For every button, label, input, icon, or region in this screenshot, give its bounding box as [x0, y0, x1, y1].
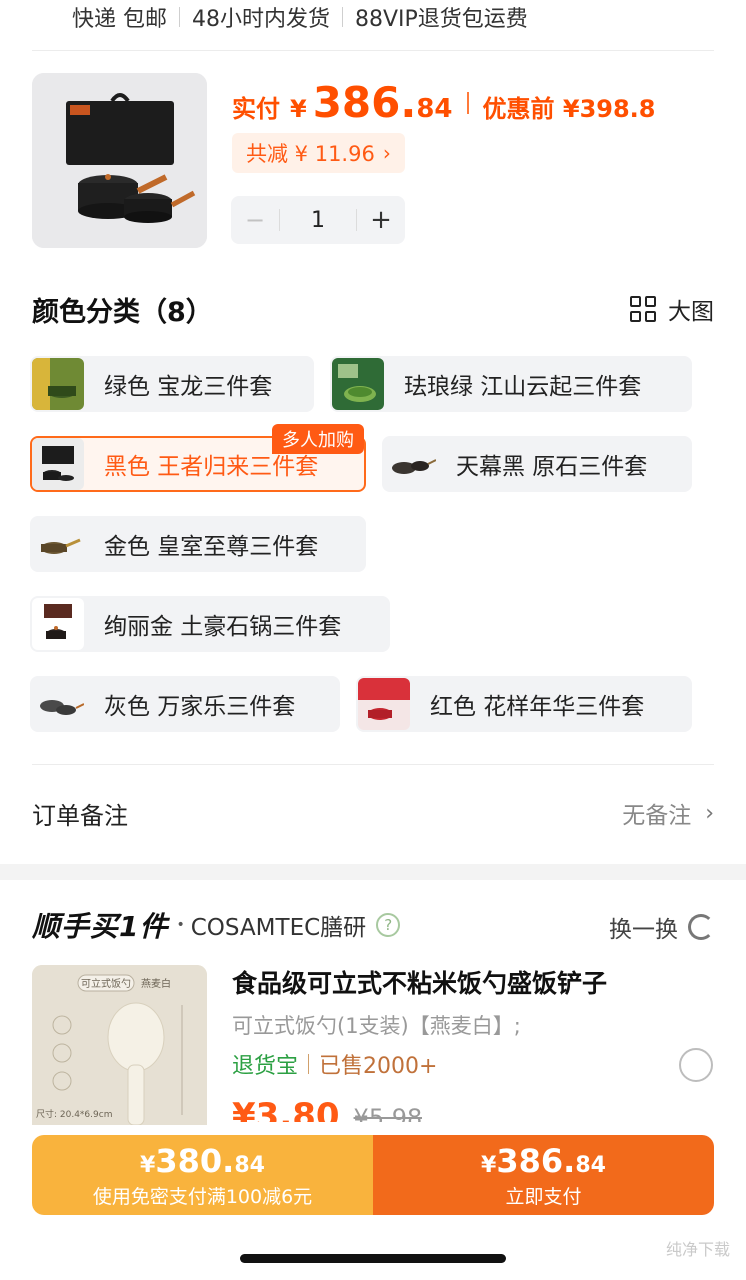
pay-amount: ¥ 380. 84: [140, 1142, 265, 1180]
divider: [32, 50, 714, 51]
pay-amount: ¥ 386. 84: [481, 1142, 606, 1180]
decrease-button[interactable]: −: [231, 206, 279, 234]
addon-shop-name: COSAMTEC膳研: [190, 915, 367, 941]
color-section-title: 颜色分类（8）: [32, 297, 213, 328]
discount-total: 共减 ¥ 11.96: [246, 142, 375, 166]
refresh-icon: [688, 914, 714, 940]
currency-symbol: ¥: [481, 1152, 497, 1178]
img-label-2: 燕麦白: [141, 977, 171, 990]
pay-amount-integer: 380.: [155, 1141, 235, 1180]
color-option[interactable]: 珐琅绿 江山云起三件套: [330, 356, 692, 412]
color-option[interactable]: 金色 皇室至尊三件套: [30, 516, 366, 572]
chevron-right-icon: ›: [705, 800, 714, 826]
img-dimension: 尺寸: 20.4*6.9cm: [36, 1108, 112, 1120]
option-thumbnail: [32, 518, 84, 570]
addon-brand-title: 顺手买1件: [32, 910, 169, 943]
price-decimal: 84: [416, 94, 453, 124]
addon-product-image[interactable]: 可立式饭勺 燕麦白 尺寸: 20.4*6.9cm: [32, 965, 207, 1125]
shipping-88vip: 88VIP退货包运费: [355, 7, 528, 32]
option-thumbnail: [32, 438, 84, 490]
option-label: 绿色 宝龙三件套: [104, 374, 273, 400]
color-option[interactable]: 绚丽金 土豪石锅三件套: [30, 596, 390, 652]
addon-current-price: ¥3.80: [232, 1096, 340, 1122]
addon-original-price: ¥5.98: [353, 1104, 423, 1122]
option-thumbnail: [32, 678, 84, 730]
option-label: 珐琅绿 江山云起三件套: [404, 374, 642, 400]
price-label: 实付: [232, 95, 280, 123]
option-thumbnail: [384, 438, 436, 490]
currency-symbol: ¥: [140, 1152, 156, 1178]
order-note-row[interactable]: 订单备注 无备注 ›: [32, 790, 714, 836]
popular-badge: 多人加购: [272, 424, 364, 454]
option-label: 灰色 万家乐三件套: [104, 694, 296, 720]
color-option[interactable]: 天幕黑 原石三件套: [382, 436, 692, 492]
divider: [32, 764, 714, 765]
grid-icon: [630, 296, 656, 322]
pay-amount-decimal: 84: [575, 1152, 606, 1178]
watermark: 纯净下载: [665, 1240, 730, 1259]
big-view-label: 大图: [668, 299, 714, 325]
divider: [308, 1054, 310, 1074]
section-separator: [0, 864, 746, 880]
img-label-1: 可立式饭勺: [81, 977, 131, 990]
color-option[interactable]: 灰色 万家乐三件套: [30, 676, 340, 732]
addon-product-title[interactable]: 食品级可立式不粘米饭勺盛饭铲子: [232, 964, 607, 1000]
addon-header: 顺手买1件 • COSAMTEC膳研 ?: [32, 906, 401, 944]
rice-paddle-image: 可立式饭勺 燕麦白 尺寸: 20.4*6.9cm: [32, 965, 207, 1125]
help-icon[interactable]: ?: [376, 913, 401, 937]
color-option[interactable]: 绿色 宝龙三件套: [30, 356, 314, 412]
quantity-value[interactable]: 1: [280, 208, 356, 233]
option-thumbnail: [358, 678, 410, 730]
color-option[interactable]: 红色 花样年华三件套: [356, 676, 692, 732]
divider: [342, 7, 343, 27]
shipping-48h: 48小时内发货: [192, 7, 330, 32]
pay-now-button[interactable]: ¥ 386. 84 立即支付: [373, 1135, 714, 1215]
big-view-button[interactable]: 大图: [630, 292, 714, 326]
addon-select-radio[interactable]: [679, 1048, 713, 1082]
order-note-value: 无备注 ›: [622, 796, 714, 830]
currency-symbol: ¥: [290, 95, 307, 123]
pay-amount-integer: 386.: [496, 1141, 576, 1180]
order-note-label: 订单备注: [32, 801, 128, 830]
return-guarantee-tag: 退货宝: [232, 1054, 299, 1079]
chevron-right-icon: ›: [382, 141, 391, 165]
pay-amount-decimal: 84: [234, 1152, 265, 1178]
cookware-set-image: [32, 73, 207, 248]
password-free-pay-button[interactable]: ¥ 380. 84 使用免密支付满100减6元: [32, 1135, 373, 1215]
color-option-selected[interactable]: 黑色 王者归来三件套 多人加购: [30, 424, 366, 492]
option-thumbnail: [32, 358, 84, 410]
pay-promo-text: 使用免密支付满100减6元: [92, 1185, 313, 1208]
payment-bar: ¥ 380. 84 使用免密支付满100减6元 ¥ 386. 84 立即支付: [32, 1135, 714, 1215]
quantity-stepper: − 1 +: [231, 196, 405, 244]
pay-now-label: 立即支付: [505, 1185, 582, 1208]
price-integer: 386.: [312, 78, 417, 127]
home-indicator[interactable]: [240, 1254, 506, 1263]
shipping-info: 快递 包邮 48小时内发货 88VIP退货包运费: [72, 0, 528, 34]
swap-button[interactable]: 换一换: [609, 910, 714, 944]
option-label: 红色 花样年华三件套: [430, 694, 645, 720]
checkout-page: 快递 包邮 48小时内发货 88VIP退货包运费 实付 ¥ 386. 84 优惠…: [0, 0, 746, 1280]
option-thumbnail: [32, 598, 84, 650]
product-image[interactable]: [32, 73, 207, 248]
dot-separator: •: [176, 917, 185, 933]
option-label: 天幕黑 原石三件套: [456, 454, 648, 480]
option-label: 金色 皇室至尊三件套: [104, 534, 319, 560]
shipping-free: 快递 包邮: [72, 7, 167, 32]
addon-tags: 退货宝 已售2000+: [232, 1048, 437, 1080]
price-before-discount: 优惠前 ¥398.8: [482, 95, 656, 123]
option-thumbnail: [332, 358, 384, 410]
increase-button[interactable]: +: [357, 205, 405, 235]
divider: [179, 7, 180, 27]
price-row: 实付 ¥ 386. 84 优惠前 ¥398.8: [232, 78, 656, 128]
addon-price: ¥3.80 ¥5.98: [232, 1096, 422, 1122]
sold-count: 已售2000+: [319, 1054, 438, 1079]
option-label: 绚丽金 土豪石锅三件套: [104, 614, 342, 640]
addon-sku: 可立式饭勺(1支装)【燕麦白】;: [232, 1014, 521, 1038]
discount-detail-button[interactable]: 共减 ¥ 11.96 ›: [232, 133, 405, 173]
divider: [466, 92, 469, 114]
swap-label: 换一换: [609, 917, 678, 943]
order-note-text: 无备注: [622, 803, 692, 829]
